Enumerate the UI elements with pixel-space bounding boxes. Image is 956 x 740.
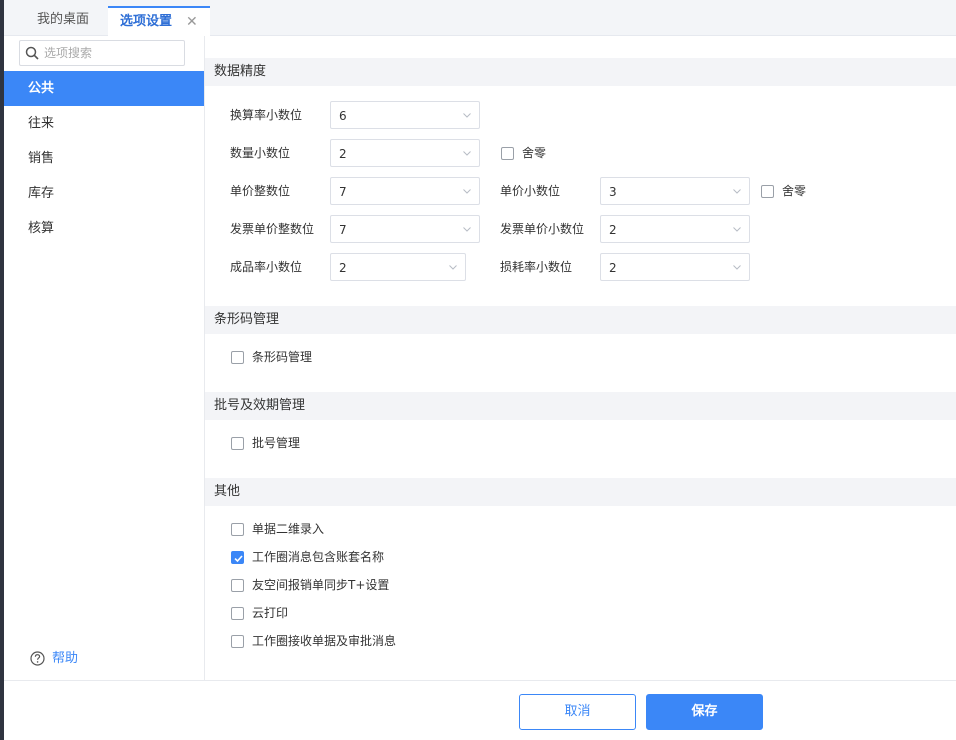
loss-rate-decimals-select[interactable]: 2	[600, 253, 750, 281]
quantity-round-off-checkbox[interactable]	[501, 147, 514, 160]
unit-price-round-off-checkbox[interactable]	[761, 185, 774, 198]
options-settings-window: 我的桌面 选项设置 ✕ 公共 往来 销售 库存 核算	[0, 0, 956, 740]
unit-price-integer-select[interactable]: 7	[330, 177, 480, 205]
footer-bar: 取消 保存	[4, 680, 956, 740]
section-title-precision: 数据精度	[205, 58, 956, 86]
quantity-round-off-label: 舍零	[522, 146, 547, 160]
loss-rate-decimals-label: 损耗率小数位	[500, 260, 573, 274]
tab-label: 选项设置	[120, 14, 173, 29]
select-value: 2	[339, 147, 347, 161]
yield-rate-decimals-select[interactable]: 2	[330, 253, 466, 281]
work-circle-account-name-label: 工作圈消息包含账套名称	[252, 550, 385, 564]
batch-management-checkbox[interactable]	[231, 437, 244, 450]
unit-price-round-off-label: 舍零	[782, 184, 807, 198]
chevron-down-icon	[463, 227, 471, 232]
section-title-barcode: 条形码管理	[205, 306, 956, 334]
document-2d-entry-checkbox[interactable]	[231, 523, 244, 536]
sidebar-item-sales[interactable]: 销售	[4, 141, 204, 176]
select-value: 2	[609, 261, 617, 275]
work-circle-approval-messages-label: 工作圈接收单据及审批消息	[252, 634, 397, 648]
tab-options-settings[interactable]: 选项设置 ✕	[108, 6, 210, 36]
quantity-decimals-select[interactable]: 2	[330, 139, 480, 167]
yield-rate-decimals-label: 成品率小数位	[230, 260, 303, 274]
unit-price-decimals-select[interactable]: 3	[600, 177, 750, 205]
tab-bar: 我的桌面 选项设置 ✕	[4, 0, 956, 36]
select-value: 7	[339, 223, 347, 237]
work-circle-approval-messages-checkbox[interactable]	[231, 635, 244, 648]
search-input[interactable]	[44, 44, 180, 62]
invoice-price-integer-select[interactable]: 7	[330, 215, 480, 243]
sidebar-item-accounts[interactable]: 往来	[4, 106, 204, 141]
exchange-rate-decimals-label: 换算率小数位	[230, 108, 303, 122]
unit-price-decimals-label: 单价小数位	[500, 184, 561, 198]
cloud-print-checkbox[interactable]	[231, 607, 244, 620]
work-circle-account-name-checkbox[interactable]	[231, 551, 244, 564]
document-2d-entry-label: 单据二维录入	[252, 522, 325, 536]
sidebar-nav: 公共 往来 销售 库存 核算	[4, 71, 204, 246]
tab-label: 我的桌面	[37, 12, 90, 27]
cancel-button[interactable]: 取消	[519, 694, 636, 730]
main-panel: 数据精度 换算率小数位 6 数量小数位 2 舍零 单价整数位 7 单价小数位 3…	[205, 36, 956, 680]
invoice-price-decimals-select[interactable]: 2	[600, 215, 750, 243]
expense-sync-checkbox[interactable]	[231, 579, 244, 592]
unit-price-integer-label: 单价整数位	[230, 184, 291, 198]
help-circle-icon	[30, 651, 45, 666]
invoice-price-decimals-label: 发票单价小数位	[500, 222, 585, 236]
select-value: 7	[339, 185, 347, 199]
sidebar-item-accounting[interactable]: 核算	[4, 211, 204, 246]
barcode-management-label: 条形码管理	[252, 350, 313, 364]
check-icon	[234, 555, 243, 563]
sidebar: 公共 往来 销售 库存 核算 帮助	[4, 36, 205, 680]
chevron-down-icon	[463, 151, 471, 156]
section-title-other: 其他	[205, 478, 956, 506]
expense-sync-label: 友空间报销单同步T+设置	[252, 578, 390, 592]
save-button[interactable]: 保存	[646, 694, 763, 730]
cloud-print-label: 云打印	[252, 606, 289, 620]
chevron-down-icon	[463, 113, 471, 118]
search-box[interactable]	[19, 40, 185, 66]
chevron-down-icon	[463, 189, 471, 194]
select-value: 3	[609, 185, 617, 199]
search-icon	[25, 46, 39, 60]
invoice-price-integer-label: 发票单价整数位	[230, 222, 315, 236]
tab-my-desktop[interactable]: 我的桌面	[37, 6, 89, 36]
select-value: 2	[609, 223, 617, 237]
select-value: 6	[339, 109, 347, 123]
chevron-down-icon	[449, 265, 457, 270]
section-title-batch: 批号及效期管理	[205, 392, 956, 420]
sidebar-item-inventory[interactable]: 库存	[4, 176, 204, 211]
exchange-rate-decimals-select[interactable]: 6	[330, 101, 480, 129]
batch-management-label: 批号管理	[252, 436, 301, 450]
barcode-management-checkbox[interactable]	[231, 351, 244, 364]
help-label: 帮助	[52, 651, 79, 666]
chevron-down-icon	[733, 227, 741, 232]
chevron-down-icon	[733, 189, 741, 194]
quantity-decimals-label: 数量小数位	[230, 146, 291, 160]
chevron-down-icon	[733, 265, 741, 270]
select-value: 2	[339, 261, 347, 275]
close-icon[interactable]: ✕	[186, 8, 198, 36]
sidebar-item-public[interactable]: 公共	[4, 71, 204, 106]
